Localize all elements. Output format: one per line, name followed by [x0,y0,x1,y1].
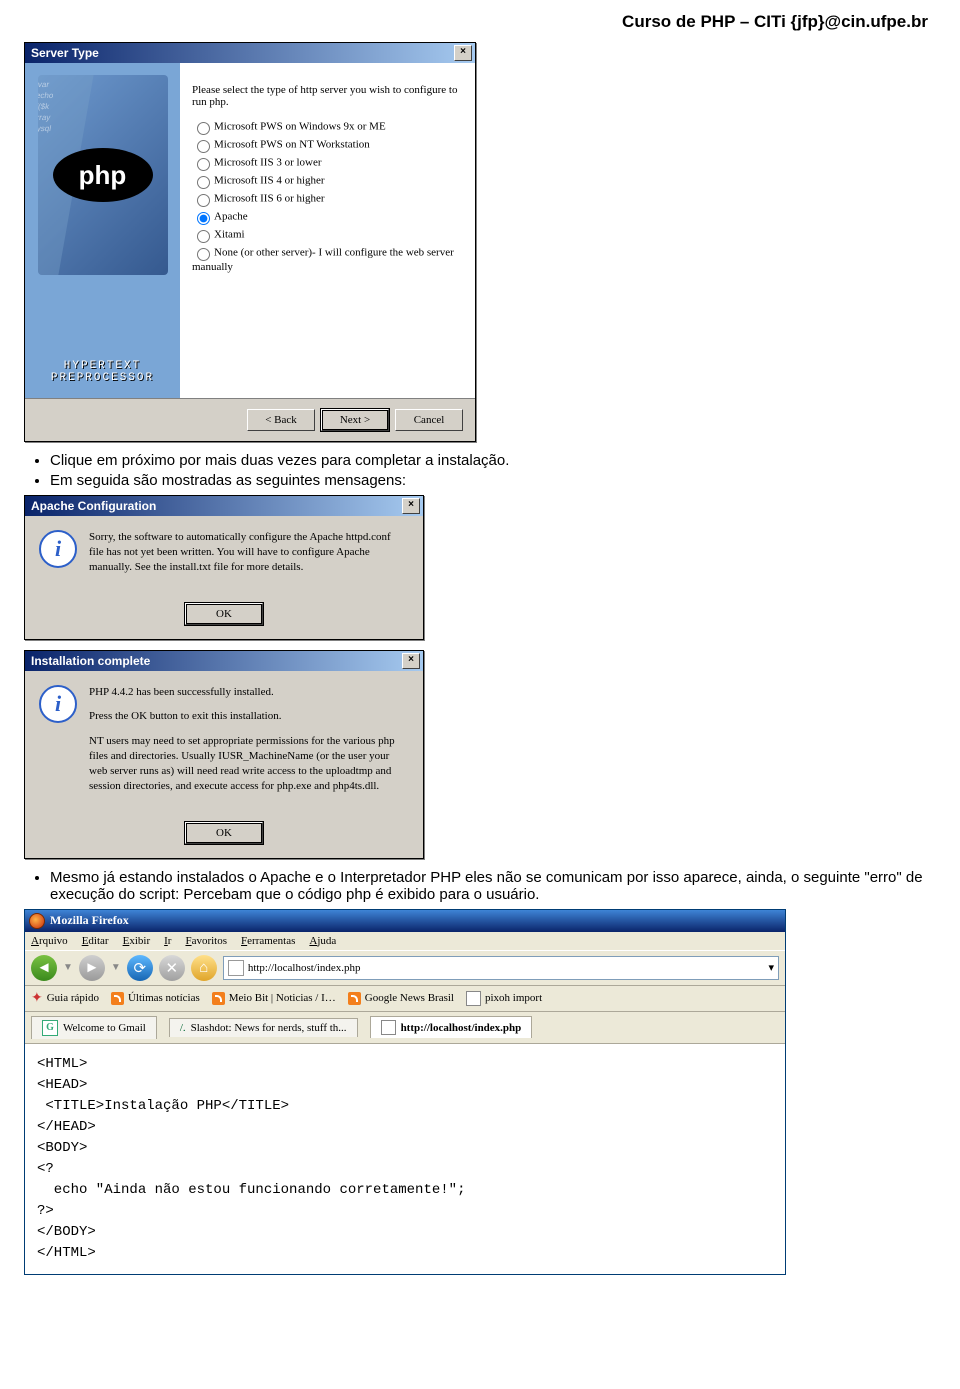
server-type-option[interactable]: Microsoft IIS 3 or lower [192,155,463,171]
forward-icon: ► [79,955,105,981]
bullet-error-note: Mesmo já estando instalados o Apache e o… [50,869,936,903]
next-button[interactable]: Next > [321,409,389,431]
server-type-option[interactable]: Microsoft IIS 6 or higher [192,191,463,207]
toolbar: ◄ ▼ ► ▼ ⟳ ✕ ⌂ http://localhost/index.php… [25,950,785,986]
menu-item[interactable]: Ferramentas [241,935,295,947]
server-type-option[interactable]: Microsoft PWS on Windows 9x or ME [192,119,463,135]
tabs-bar: GWelcome to Gmail /.Slashdot: News for n… [25,1012,785,1044]
menubar[interactable]: Arquivo Editar Exibir Ir Favoritos Ferramenta… [25,932,785,950]
dialog-p2: Press the OK button to exit this install… [89,709,405,724]
back-icon[interactable]: ◄ [31,955,57,981]
dialog-title: Installation complete [31,654,402,668]
rss-icon [212,992,225,1005]
bookmark-google[interactable]: Google News Brasil [348,992,454,1005]
menu-item[interactable]: Editar [82,935,109,947]
ok-button[interactable]: OK [185,822,263,844]
info-icon: i [39,530,77,568]
gmail-icon: G [42,1020,58,1036]
tab-localhost[interactable]: http://localhost/index.php [370,1016,533,1038]
tab-gmail[interactable]: GWelcome to Gmail [31,1016,157,1039]
firefox-title-text: Mozilla Firefox [50,913,129,928]
wizard-sidebar: varechoif($karraymysql php HYPERTEXT PRE… [25,63,180,398]
bookmark-pixoh[interactable]: pixoh import [466,991,542,1006]
page-source: <HTML> <HEAD> <TITLE>Instalação PHP</TIT… [25,1044,785,1274]
php-logo: varechoif($karraymysql php [38,75,168,275]
home-icon[interactable]: ⌂ [191,955,217,981]
bullet-messages: Em seguida são mostradas as seguintes me… [50,472,936,489]
page-icon [466,991,481,1006]
stop-icon: ✕ [159,955,185,981]
php-tagline: HYPERTEXT PREPROCESSOR [51,360,154,398]
rss-icon [348,992,361,1005]
dropdown-icon[interactable]: ▼ [63,962,73,973]
install-complete-dialog: Installation complete × i PHP 4.4.2 has … [24,650,424,859]
menu-item[interactable]: Ajuda [309,935,336,947]
firefox-titlebar: Mozilla Firefox [25,910,785,932]
menu-item[interactable]: Exibir [123,935,151,947]
wizard-title: Server Type [31,46,454,60]
menu-item[interactable]: Ir [164,935,171,947]
close-icon[interactable]: × [454,45,472,61]
rss-icon [111,992,124,1005]
wizard-titlebar: Server Type × [25,43,475,63]
menu-item[interactable]: Favoritos [185,935,227,947]
cancel-button[interactable]: Cancel [395,409,463,431]
close-icon[interactable]: × [402,498,420,514]
apache-config-dialog: Apache Configuration × i Sorry, the soft… [24,495,424,640]
server-type-option[interactable]: Microsoft IIS 4 or higher [192,173,463,189]
tab-slashdot[interactable]: /.Slashdot: News for nerds, stuff th... [169,1018,358,1037]
php-logo-text: php [53,148,153,202]
dialog-text: Sorry, the software to automatically con… [89,530,405,575]
info-icon: i [39,685,77,723]
address-bar[interactable]: http://localhost/index.php ▾ [223,956,779,980]
back-button[interactable]: < Back [247,409,315,431]
star-icon: ✦ [31,990,43,1007]
dropdown-icon[interactable]: ▼ [111,962,121,973]
dialog-p3: NT users may need to set appropriate per… [89,734,405,793]
server-type-option[interactable]: Apache [192,209,463,225]
close-icon[interactable]: × [402,653,420,669]
bookmarks-bar: ✦Guia rápido Últimas notícias Meio Bit |… [25,986,785,1012]
server-type-option[interactable]: Xitami [192,227,463,243]
reload-icon[interactable]: ⟳ [127,955,153,981]
menu-item[interactable]: Arquivo [31,935,68,947]
address-text: http://localhost/index.php [248,962,361,974]
server-type-option[interactable]: Microsoft PWS on NT Workstation [192,137,463,153]
wizard-footer: < Back Next > Cancel [25,398,475,441]
bookmark-guia[interactable]: ✦Guia rápido [31,990,99,1007]
wizard-window: Server Type × varechoif($karraymysql php… [24,42,476,442]
bullet-next-steps: Clique em próximo por mais duas vezes pa… [50,452,936,469]
dialog-title: Apache Configuration [31,499,402,513]
bookmark-meio[interactable]: Meio Bit | Noticias / I… [212,992,336,1005]
server-type-radios: Microsoft PWS on Windows 9x or ME Microso… [192,119,463,273]
firefox-icon [29,913,45,929]
ok-button[interactable]: OK [185,603,263,625]
wizard-intro: Please select the type of http server yo… [192,84,463,108]
bookmark-ultimas[interactable]: Últimas notícias [111,992,200,1005]
page-icon [228,960,244,976]
page-icon [381,1020,396,1035]
server-type-option[interactable]: None (or other server)- I will configure… [192,245,463,273]
page-header: Curso de PHP – CITi {jfp}@cin.ufpe.br [24,12,928,32]
dialog-p1: PHP 4.4.2 has been successfully installe… [89,685,405,700]
firefox-window: Mozilla Firefox Arquivo Editar Exibir Ir Fav… [24,909,786,1275]
